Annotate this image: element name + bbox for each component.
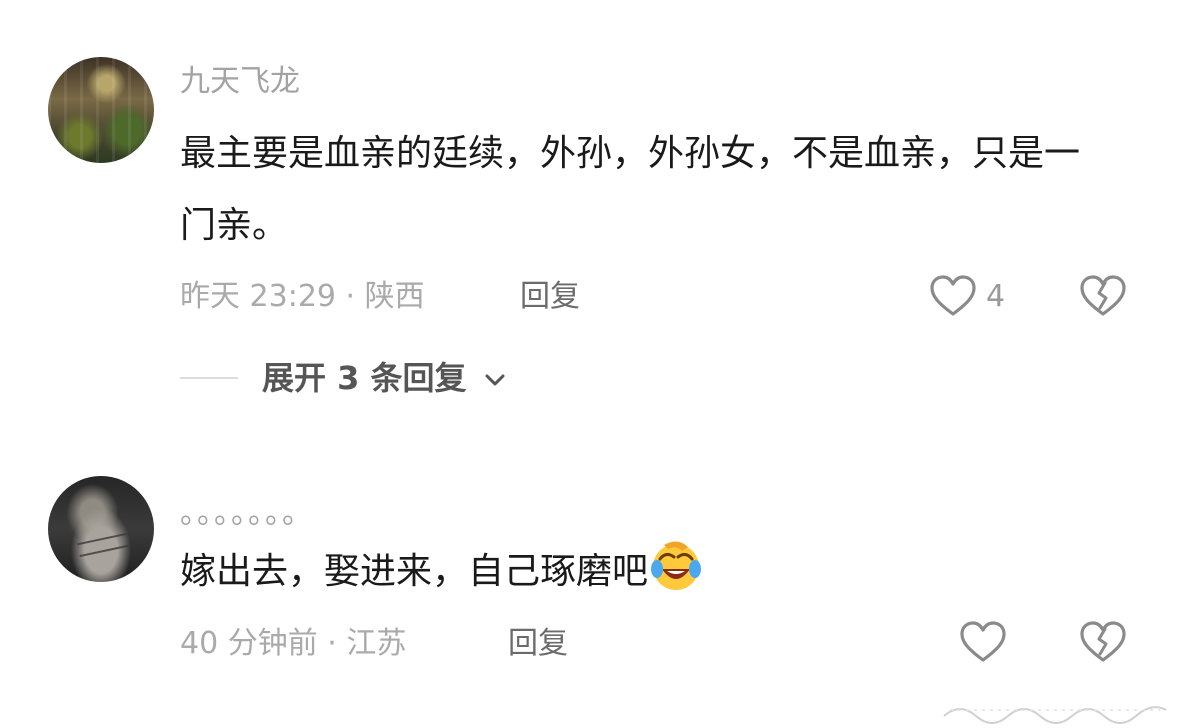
like-button[interactable] [958, 618, 1008, 668]
dislike-button[interactable] [1078, 618, 1128, 668]
comment-meta: 昨天 23:29 · 陕西 [180, 279, 425, 314]
avatar[interactable] [48, 57, 154, 163]
comment-text-content: 嫁出去，娶进来，自己琢磨吧 [180, 551, 649, 592]
expand-divider [180, 377, 238, 379]
avatar[interactable] [48, 476, 154, 582]
like-count: 4 [986, 279, 1006, 314]
like-button[interactable] [928, 272, 978, 322]
comment-username[interactable]: 九天飞龙 [180, 62, 300, 102]
laughing-crying-emoji [648, 537, 704, 593]
reply-button[interactable]: 回复 [520, 277, 580, 317]
expand-replies-label: 展开 3 条回复 [262, 359, 467, 397]
reply-button[interactable]: 回复 [508, 624, 568, 664]
comment-text: 最主要是血亲的廷续，外孙，外孙女，不是血亲，只是一门亲。 [180, 133, 1081, 246]
broken-heart-icon [1080, 275, 1126, 316]
heart-outline-icon [960, 621, 1006, 662]
dislike-button[interactable] [1078, 272, 1128, 322]
watermark-mark [943, 706, 1167, 724]
comment-username[interactable]: 。。。。。。。 [180, 494, 314, 534]
chevron-down-icon [484, 360, 506, 400]
comment-text: 嫁出去，娶进来，自己琢磨吧 [180, 536, 1080, 608]
heart-outline-icon [930, 275, 976, 316]
comment-meta: 40 分钟前 · 江苏 [180, 626, 407, 661]
expand-replies-button[interactable]: 展开 3 条回复 [262, 358, 506, 400]
broken-heart-icon [1080, 621, 1126, 662]
